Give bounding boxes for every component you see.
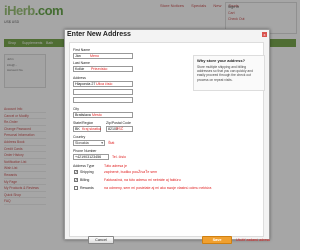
phone-field[interactable]: +421903123456 [73, 154, 109, 160]
state-note: Kraj skratka [82, 126, 101, 131]
last-name-label: Last Name [73, 61, 90, 65]
address-modal: Enter New Address x Why store your addre… [64, 29, 270, 244]
address-type-note: Táto adresa je [104, 164, 127, 168]
close-icon[interactable]: x [262, 32, 267, 37]
shipping-checkbox[interactable]: ✓ [74, 170, 78, 174]
rewards-checkbox[interactable] [74, 186, 78, 190]
city-field[interactable]: Bratislava [73, 112, 133, 118]
shipping-note: zaplnené, budiko pouŽívaŤe sem [104, 170, 158, 174]
billing-label: Billing [80, 178, 90, 182]
address-form: Why store your address? Store multiple s… [69, 42, 270, 244]
last-name-note: Priezvisko [91, 66, 108, 71]
cancel-button[interactable]: Cancel [88, 236, 114, 244]
billing-checkbox[interactable]: ✓ [74, 178, 78, 182]
first-name-label: First Name [73, 48, 91, 52]
phone-note: Tel. číslo [112, 154, 126, 159]
phone-label: Phone Number [73, 149, 97, 153]
rewards-note: na odmeny, sem mi posielate aj mi ako sw… [104, 186, 212, 190]
zip-label: Zip/Postal Code [106, 121, 131, 125]
address-line2-field[interactable] [73, 89, 133, 95]
address-note: Ulica číslo [96, 81, 113, 86]
info-title: Why store your address? [197, 58, 246, 63]
rewards-label: Rewards [80, 186, 94, 190]
city-note: Mesto [92, 112, 102, 117]
zip-note: PSČ [116, 126, 124, 131]
country-note: Štát [108, 140, 115, 145]
save-note: Uložiť zadanú adresu [236, 238, 271, 242]
info-box: Why store your address? Store multiple s… [193, 55, 265, 91]
info-text: Store multiple shipping and billing addr… [197, 65, 253, 82]
country-select[interactable]: Slovakia [73, 140, 105, 146]
first-name-note: Meno [90, 53, 99, 58]
city-label: City [73, 107, 80, 111]
country-label: Country [73, 135, 86, 139]
first-name-field[interactable]: Ján [73, 53, 133, 59]
save-button[interactable]: Save [202, 236, 232, 244]
modal-title: Enter New Address [67, 31, 131, 38]
address-line3-field[interactable] [73, 97, 133, 103]
address-type-label: Address Type [73, 164, 95, 168]
state-label: State/Region [73, 121, 94, 125]
shipping-label: Shipping [80, 170, 94, 174]
address-label: Address [73, 76, 86, 80]
billing-note: Fakturačná, na túto adresu mi nebráte aj… [104, 178, 181, 182]
